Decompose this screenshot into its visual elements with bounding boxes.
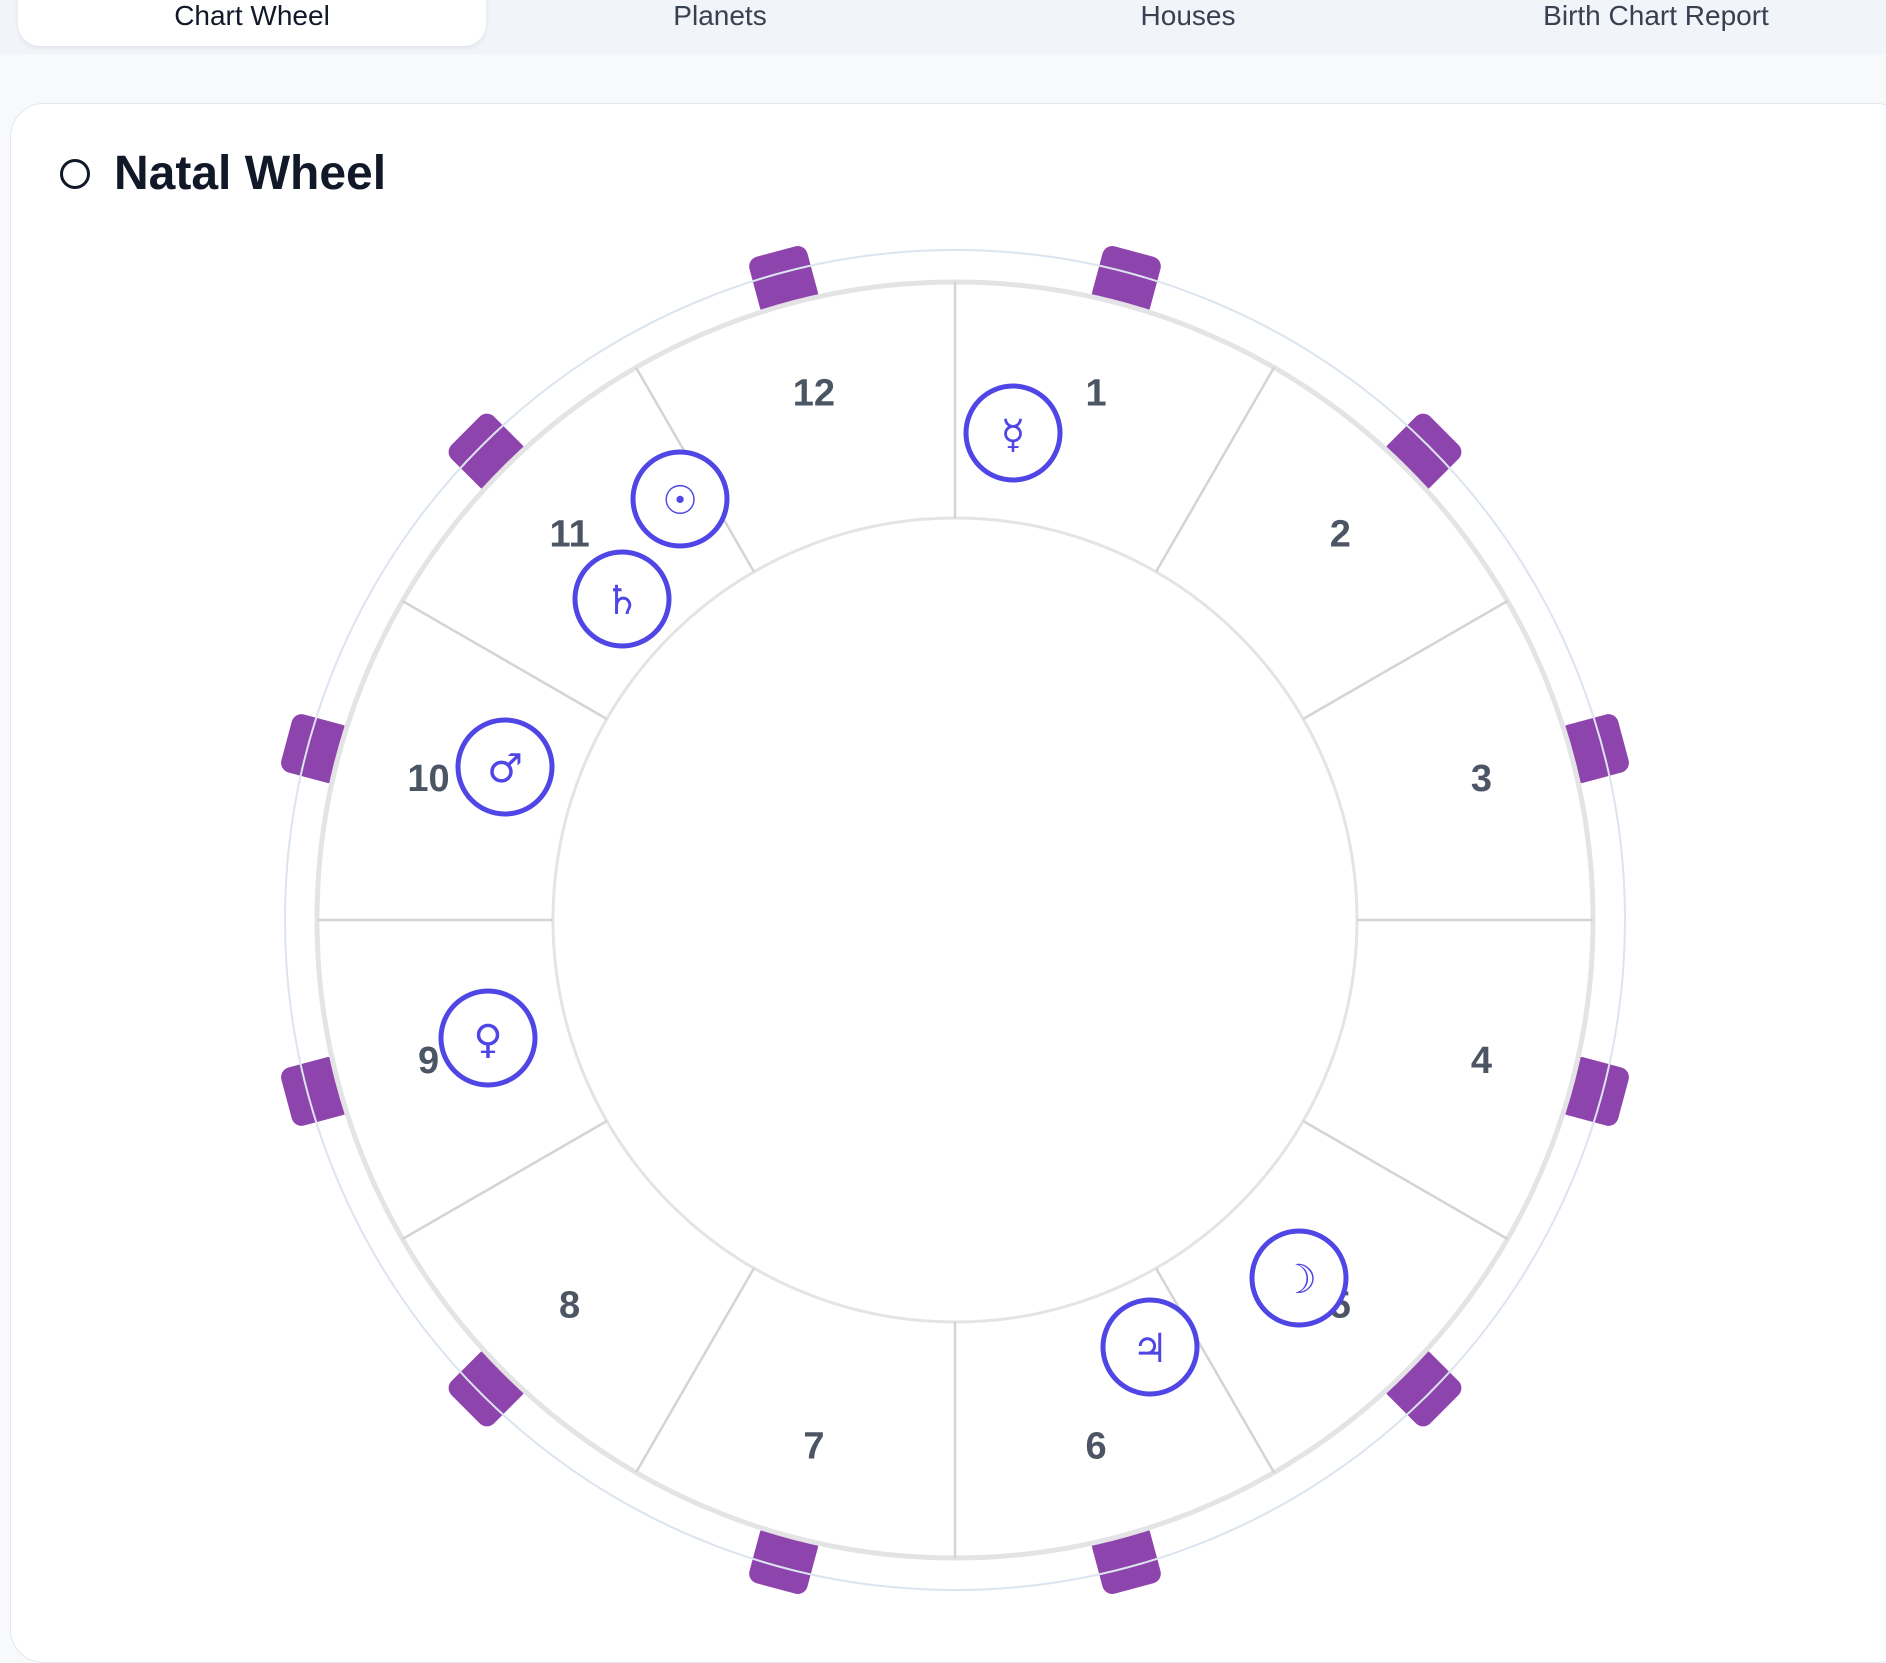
sun-icon: ☉ — [662, 478, 698, 524]
house-number-8: 8 — [559, 1284, 580, 1326]
house-number-2: 2 — [1330, 514, 1351, 556]
house-number-6: 6 — [1085, 1425, 1106, 1467]
jupiter-icon: ♃ — [1132, 1326, 1168, 1372]
house-number-11: 11 — [550, 514, 590, 556]
planet-sun[interactable]: ☉ — [630, 449, 730, 549]
venus-icon: ♀ — [473, 1017, 502, 1063]
house-number-3: 3 — [1471, 758, 1492, 800]
house-number-1: 1 — [1085, 373, 1106, 415]
moon-icon: ☽ — [1281, 1257, 1317, 1303]
planet-moon[interactable]: ☽ — [1249, 1228, 1349, 1328]
planet-mercury[interactable]: ☿ — [963, 383, 1063, 483]
mercury-icon: ☿ — [1001, 412, 1026, 458]
house-number-10: 10 — [407, 758, 449, 800]
planet-mars[interactable]: ♂ — [455, 717, 555, 817]
natal-wheel-chart: 123456789101112 ☿☉♄♂♀☽♃ — [281, 246, 1629, 1594]
house-number-7: 7 — [803, 1425, 824, 1467]
planet-venus[interactable]: ♀ — [438, 988, 538, 1088]
house-number-9: 9 — [418, 1040, 439, 1082]
house-number-12: 12 — [793, 373, 835, 415]
house-number-4: 4 — [1471, 1040, 1492, 1082]
saturn-icon: ♄ — [604, 578, 640, 624]
planet-saturn[interactable]: ♄ — [572, 549, 672, 649]
mars-icon: ♂ — [487, 746, 523, 792]
inner-circle — [551, 516, 1359, 1324]
planet-jupiter[interactable]: ♃ — [1100, 1297, 1200, 1397]
